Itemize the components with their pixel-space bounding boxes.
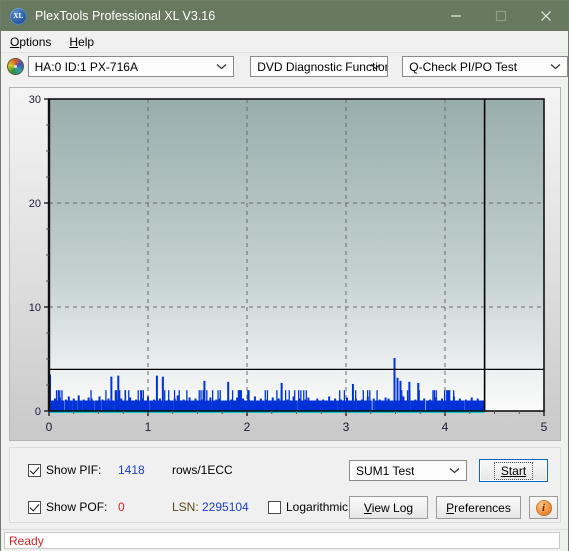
xl-logo-icon: XL [10, 8, 27, 25]
maximize-icon[interactable] [478, 1, 523, 31]
svg-text:20: 20 [29, 198, 41, 210]
window-controls [433, 1, 568, 31]
show-pif-checkbox[interactable]: Show PIF: [28, 463, 101, 477]
test-select-value: Q-Check PI/PO Test [403, 60, 517, 74]
status-text: Ready [5, 534, 44, 548]
checkbox-box [28, 464, 41, 477]
pif-value: 1418 [118, 463, 145, 477]
svg-text:2: 2 [244, 420, 251, 434]
function-select-value: DVD Diagnostic Functions [251, 60, 387, 74]
minimize-icon[interactable] [433, 1, 478, 31]
application-window: XL PlexTools Professional XL V3.16 OOpti… [0, 0, 569, 551]
svg-text:30: 30 [29, 94, 41, 106]
info-button[interactable]: i [529, 496, 558, 519]
checkbox-box [28, 501, 41, 514]
info-icon: i [536, 500, 552, 516]
test-select[interactable]: Q-Check PI/PO Test [402, 56, 568, 77]
control-panel: Show PIF: 1418 rows/1ECC Show POF: 0 LSN… [9, 447, 561, 523]
preferences-button[interactable]: PreferencesPreferences [436, 496, 521, 519]
close-icon[interactable] [523, 1, 568, 31]
function-select[interactable]: DVD Diagnostic Functions [250, 56, 388, 77]
drive-select[interactable]: HA:0 ID:1 PX-716A [28, 56, 235, 77]
sum-test-select-value: SUM1 Test [350, 464, 414, 478]
svg-text:0: 0 [46, 420, 53, 434]
start-button[interactable]: Start [479, 459, 548, 482]
svg-text:3: 3 [343, 420, 350, 434]
logarithmic-label: Logarithmic [286, 500, 348, 514]
selector-toolbar: HA:0 ID:1 PX-716A DVD Diagnostic Functio… [1, 53, 568, 80]
svg-text:10: 10 [29, 302, 41, 314]
show-pof-label: Show POF: [46, 500, 107, 514]
start-button-label: Start [501, 464, 526, 478]
pif-unit-label: rows/1ECC [172, 463, 233, 477]
window-title: PlexTools Professional XL V3.16 [35, 9, 433, 23]
chevron-down-icon [370, 57, 381, 76]
pof-value: 0 [118, 500, 125, 514]
status-field: Ready [4, 532, 560, 549]
chevron-down-icon [216, 57, 227, 76]
view-log-button[interactable]: View LogView Log [349, 496, 428, 519]
lsn-value: 2295104 [202, 500, 249, 514]
chart-panel: 0 10 20 30 0 1 2 3 4 5 [9, 87, 561, 441]
show-pif-label: Show PIF: [46, 463, 101, 477]
sum-test-select[interactable]: SUM1 Test [349, 460, 467, 481]
chevron-down-icon [449, 461, 460, 480]
title-bar: XL PlexTools Professional XL V3.16 [1, 1, 568, 31]
svg-text:0: 0 [35, 406, 41, 418]
svg-text:4: 4 [442, 420, 449, 434]
svg-text:5: 5 [541, 420, 548, 434]
menu-bar: OOptionsptions HHelpelp [1, 31, 568, 53]
svg-text:1: 1 [145, 420, 152, 434]
drive-select-value: HA:0 ID:1 PX-716A [29, 60, 138, 74]
show-pof-checkbox[interactable]: Show POF: [28, 500, 107, 514]
checkbox-box [268, 501, 281, 514]
menu-item-help[interactable]: HHelpelp [60, 33, 103, 51]
logarithmic-checkbox[interactable]: Logarithmic [268, 500, 348, 514]
menu-item-options[interactable]: OOptionsptions [1, 33, 60, 51]
optical-disc-icon [7, 58, 24, 75]
pi-po-chart: 0 10 20 30 0 1 2 3 4 5 [10, 88, 560, 440]
status-bar: Ready [1, 529, 568, 551]
lsn-label: LSN: [172, 500, 199, 514]
chevron-down-icon [550, 57, 561, 76]
